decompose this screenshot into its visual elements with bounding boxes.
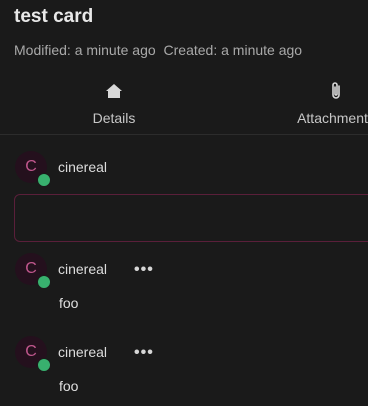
card-meta: Modified: a minute ago Created: a minute… <box>14 42 302 58</box>
comment-text: foo <box>59 295 79 311</box>
tab-bar: Details Attachments <box>0 72 368 135</box>
tab-details[interactable]: Details <box>74 72 154 134</box>
avatar-initial: C <box>25 343 37 360</box>
tab-attachments-label: Attachments <box>297 110 368 126</box>
avatar[interactable]: C <box>15 151 51 187</box>
online-status-icon <box>37 275 51 289</box>
avatar[interactable]: C <box>15 336 51 372</box>
created-timestamp: Created: a minute ago <box>163 42 303 58</box>
avatar[interactable]: C <box>15 253 51 289</box>
tab-attachments[interactable]: Attachments <box>286 72 368 134</box>
comment-username: cinereal <box>58 344 108 360</box>
comment-text: foo <box>59 378 79 394</box>
avatar-initial: C <box>25 260 37 277</box>
avatar-initial: C <box>25 158 37 175</box>
card-title: test card <box>14 6 94 27</box>
more-options-icon[interactable]: ••• <box>134 345 154 361</box>
tab-details-label: Details <box>92 110 136 126</box>
composer-username: cinereal <box>58 159 108 175</box>
comment-username: cinereal <box>58 261 108 277</box>
home-icon <box>106 80 122 102</box>
modified-timestamp: Modified: a minute ago <box>14 42 156 58</box>
comment-input[interactable] <box>14 194 368 242</box>
online-status-icon <box>37 173 51 187</box>
paperclip-icon <box>330 80 342 102</box>
more-options-icon[interactable]: ••• <box>134 262 154 278</box>
online-status-icon <box>37 358 51 372</box>
